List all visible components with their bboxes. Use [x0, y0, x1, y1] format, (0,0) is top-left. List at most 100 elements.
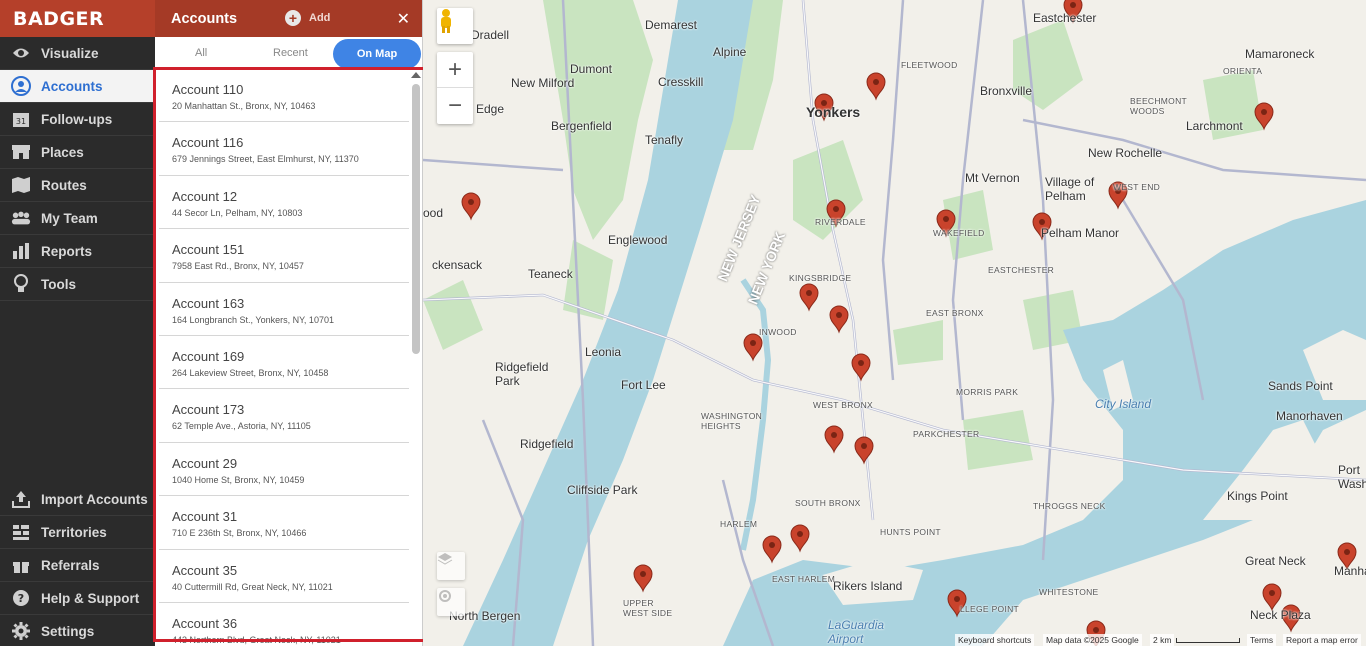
nav-item-label: Help & Support [41, 590, 140, 606]
map-label-ridgefield: Ridgefield [520, 437, 574, 451]
account-name: Account 151 [172, 242, 245, 258]
grid-icon [11, 522, 31, 542]
locate-icon[interactable] [437, 588, 465, 616]
account-marker[interactable] [866, 72, 886, 101]
map-label-kingsbridge: KINGSBRIDGE [789, 273, 852, 283]
marker-dot [1039, 219, 1045, 225]
map-label-port-washington: Port Washin [1338, 463, 1366, 491]
nav-item-routes[interactable]: Routes [0, 169, 155, 202]
account-list-item[interactable]: Account 29 1040 Home St, Bronx, NY, 10459 [159, 443, 409, 497]
account-marker[interactable] [824, 425, 844, 454]
account-marker[interactable] [854, 436, 874, 465]
user-circle-icon [11, 76, 31, 96]
map-label-tenafly: Tenafly [645, 133, 684, 147]
map-view[interactable]: Demarest Alpine Dumont Cresskill New Milford… [423, 0, 1366, 646]
map-label-pelham-manor: Pelham Manor [1041, 226, 1120, 240]
account-list-item[interactable]: Account 12 44 Secor Ln, Pelham, NY, 10803 [159, 176, 409, 230]
terms-link[interactable]: Terms [1247, 634, 1277, 646]
map-label-city-island: City Island [1095, 397, 1152, 411]
map-label-orienta: ORIENTA [1223, 66, 1263, 76]
map-canvas [423, 0, 1366, 646]
marker-dot [954, 596, 960, 602]
account-marker[interactable] [743, 333, 763, 362]
map-label-morris-park: MORRIS PARK [956, 387, 1019, 397]
add-account-button[interactable]: + Add [285, 10, 330, 26]
nav-item-label: Accounts [41, 78, 103, 94]
question-icon: ? [11, 588, 31, 608]
map-label-englewood: Englewood [608, 233, 668, 247]
map-label-teaneck: Teaneck [528, 267, 573, 281]
map-label-fleetwood: FLEETWOOD [901, 60, 958, 70]
badger-logo[interactable]: BADGER [0, 0, 155, 37]
account-name: Account 31 [172, 509, 238, 525]
scale-bar [1176, 638, 1240, 643]
map-label-upper-west-side: UPPER WEST SIDE [623, 598, 673, 618]
nav-item-referrals[interactable]: Referrals [0, 549, 155, 582]
nav-item-places[interactable]: Places [0, 136, 155, 169]
account-list-item[interactable]: Account 163 164 Longbranch St., Yonkers, … [159, 283, 409, 336]
map-label-larchmont: Larchmont [1186, 119, 1243, 133]
account-list-item[interactable]: Account 35 40 Cuttermill Rd, Great Neck, … [159, 550, 409, 603]
account-address: 264 Lakeview Street, Bronx, NY, 10458 [172, 367, 329, 378]
map-label-neck-plaza: Neck Plaza [1250, 608, 1311, 622]
account-marker[interactable] [633, 564, 653, 593]
nav-item-help-support[interactable]: ? Help & Support [0, 582, 155, 615]
lightbulb-icon [11, 274, 31, 294]
map-label-demarest: Demarest [645, 18, 698, 32]
map-label-parkchester: PARKCHESTER [913, 429, 980, 439]
account-list-item[interactable]: Account 36 443 Northern Blvd, Great Neck,… [159, 603, 409, 646]
svg-text:?: ? [18, 592, 24, 605]
svg-text:31: 31 [16, 117, 26, 126]
nav-item-accounts[interactable]: Accounts [0, 70, 155, 103]
nav-item-label: Reports [41, 243, 93, 259]
account-name: Account 169 [172, 348, 245, 364]
nav-item-visualize[interactable]: Visualize [0, 37, 155, 70]
account-list-item[interactable]: Account 169 264 Lakeview Street, Bronx, N… [159, 336, 409, 390]
nav-item-reports[interactable]: Reports [0, 235, 155, 268]
keyboard-shortcuts-link[interactable]: Keyboard shortcuts [955, 634, 1035, 646]
account-marker[interactable] [762, 535, 782, 564]
zoom-out-button[interactable]: − [437, 88, 473, 124]
account-list-item[interactable]: Account 173 62 Temple Ave., Astoria, NY, … [159, 389, 409, 443]
account-list-item[interactable]: Account 110 20 Manhattan St., Bronx, NY, … [159, 69, 409, 123]
map-label-west-end: WEST END [1113, 182, 1161, 192]
account-name: Account 163 [172, 295, 245, 311]
nav-item-follow-ups[interactable]: 31 Follow-ups [0, 103, 155, 136]
nav-item-label: Places [41, 144, 84, 160]
close-icon[interactable]: ✕ [397, 9, 410, 29]
zoom-in-button[interactable]: + [437, 52, 473, 88]
map-label-east-harlem: EAST HARLEM [772, 574, 836, 584]
account-marker[interactable] [829, 305, 849, 334]
tab-on-map[interactable]: On Map [333, 39, 421, 69]
account-marker[interactable] [790, 524, 810, 553]
tab-recent[interactable]: Recent [273, 47, 308, 59]
account-list-item[interactable]: Account 31 710 E 236th St, Bronx, NY, 104… [159, 496, 409, 550]
map-label-bergenfield: Bergenfield [551, 119, 612, 133]
nav-item-tools[interactable]: Tools [0, 268, 155, 301]
scroll-up-arrow[interactable] [411, 72, 421, 78]
nav-item-settings[interactable]: Settings [0, 615, 155, 646]
map-scale[interactable]: 2 km [1150, 634, 1175, 646]
map-label-manhasset: Manhas [1334, 564, 1366, 578]
account-marker[interactable] [799, 283, 819, 312]
nav-item-import-accounts[interactable]: Import Accounts [0, 483, 155, 516]
nav-item-territories[interactable]: Territories [0, 516, 155, 549]
account-marker[interactable] [851, 353, 871, 382]
map-label-hunts-point: HUNTS POINT [880, 527, 941, 537]
account-list[interactable]: Account 110 20 Manhattan St., Bronx, NY, … [155, 69, 422, 646]
account-address: 164 Longbranch St., Yonkers, NY, 10701 [172, 314, 334, 325]
account-address: 7958 East Rd., Bronx, NY, 10457 [172, 261, 304, 272]
map-label-bronxville: Bronxville [980, 84, 1033, 98]
account-list-item[interactable]: Account 151 7958 East Rd., Bronx, NY, 104… [159, 229, 409, 283]
nav-item-my-team[interactable]: My Team [0, 202, 155, 235]
account-list-item[interactable]: Account 116 679 Jennings Street, East Elm… [159, 122, 409, 176]
main-nav: BADGER Visualize Accounts 31 Follow-ups Plac… [0, 0, 155, 646]
tab-all[interactable]: All [195, 47, 207, 59]
scrollbar-thumb[interactable] [412, 84, 420, 354]
account-marker[interactable] [461, 192, 481, 221]
layers-icon[interactable] [437, 552, 465, 580]
street-view-pegman[interactable] [437, 8, 473, 44]
account-address: 20 Manhattan St., Bronx, NY, 10463 [172, 101, 316, 111]
marker-dot [1093, 627, 1099, 633]
report-map-error-link[interactable]: Report a map error [1283, 634, 1361, 646]
